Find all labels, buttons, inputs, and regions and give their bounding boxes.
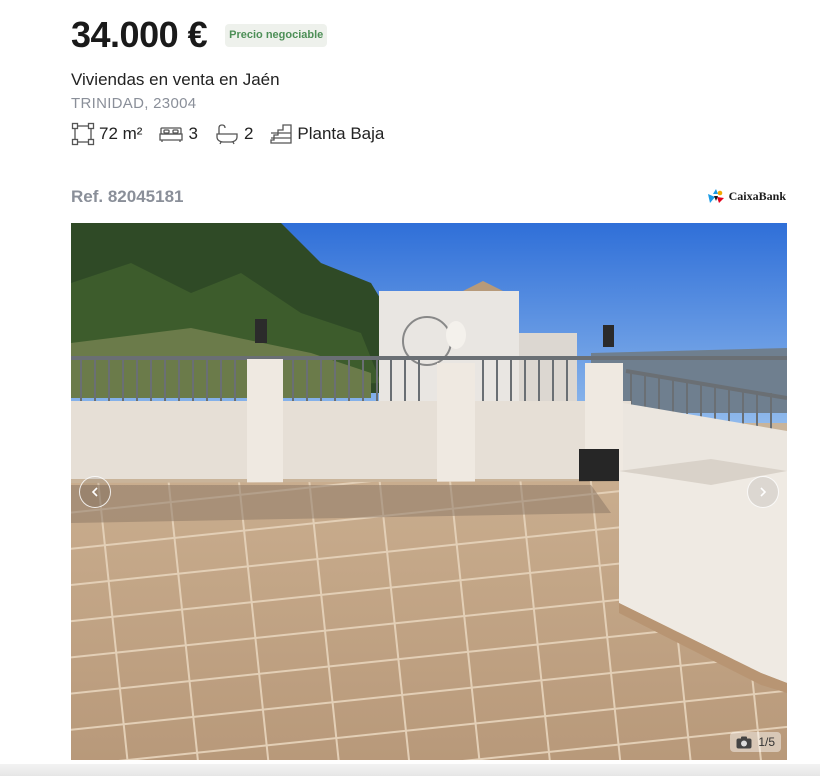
bank-name: CaixaBank: [728, 188, 786, 203]
bathrooms-value: 2: [243, 124, 254, 143]
photo-gallery[interactable]: 1/5: [71, 223, 787, 760]
property-photo: [71, 223, 787, 760]
stairs-icon: [270, 124, 293, 144]
page-bottom-edge: [0, 764, 820, 776]
price: 34.000 €: [71, 14, 208, 55]
gallery-next-button[interactable]: [747, 476, 779, 508]
price-row: 34.000 € Precio negociable: [71, 14, 328, 56]
bank-logo[interactable]: CaixaBank: [706, 188, 786, 204]
listing-title: Viviendas en venta en Jaén: [71, 70, 280, 89]
photo-counter: 1/5: [730, 732, 781, 752]
feature-bathrooms: 2: [214, 122, 253, 146]
bed-icon: [159, 127, 184, 142]
listing-location: TRINIDAD, 23004: [71, 95, 197, 112]
area-icon: [71, 122, 95, 146]
photo-counter-text: 1/5: [758, 735, 775, 749]
features-row: 72 m² 3 2 Planta Baja: [71, 122, 400, 146]
feature-area: 72 m²: [71, 122, 142, 146]
listing-page: 34.000 € Precio negociable Viviendas en …: [0, 0, 820, 776]
area-value: 72 m²: [99, 124, 143, 143]
chevron-left-icon: [91, 487, 98, 497]
feature-floor: Planta Baja: [269, 122, 384, 146]
negotiable-badge: Precio negociable: [225, 23, 328, 47]
camera-icon: [736, 736, 752, 748]
caixabank-star-icon: [707, 189, 724, 203]
reference-number: Ref. 82045181: [71, 187, 184, 206]
bathtub-icon: [216, 124, 238, 145]
feature-bedrooms: 3: [158, 122, 198, 146]
chevron-right-icon: [760, 487, 767, 497]
bedrooms-value: 3: [188, 124, 198, 143]
floor-value: Planta Baja: [297, 124, 385, 143]
gallery-prev-button[interactable]: [79, 476, 111, 508]
